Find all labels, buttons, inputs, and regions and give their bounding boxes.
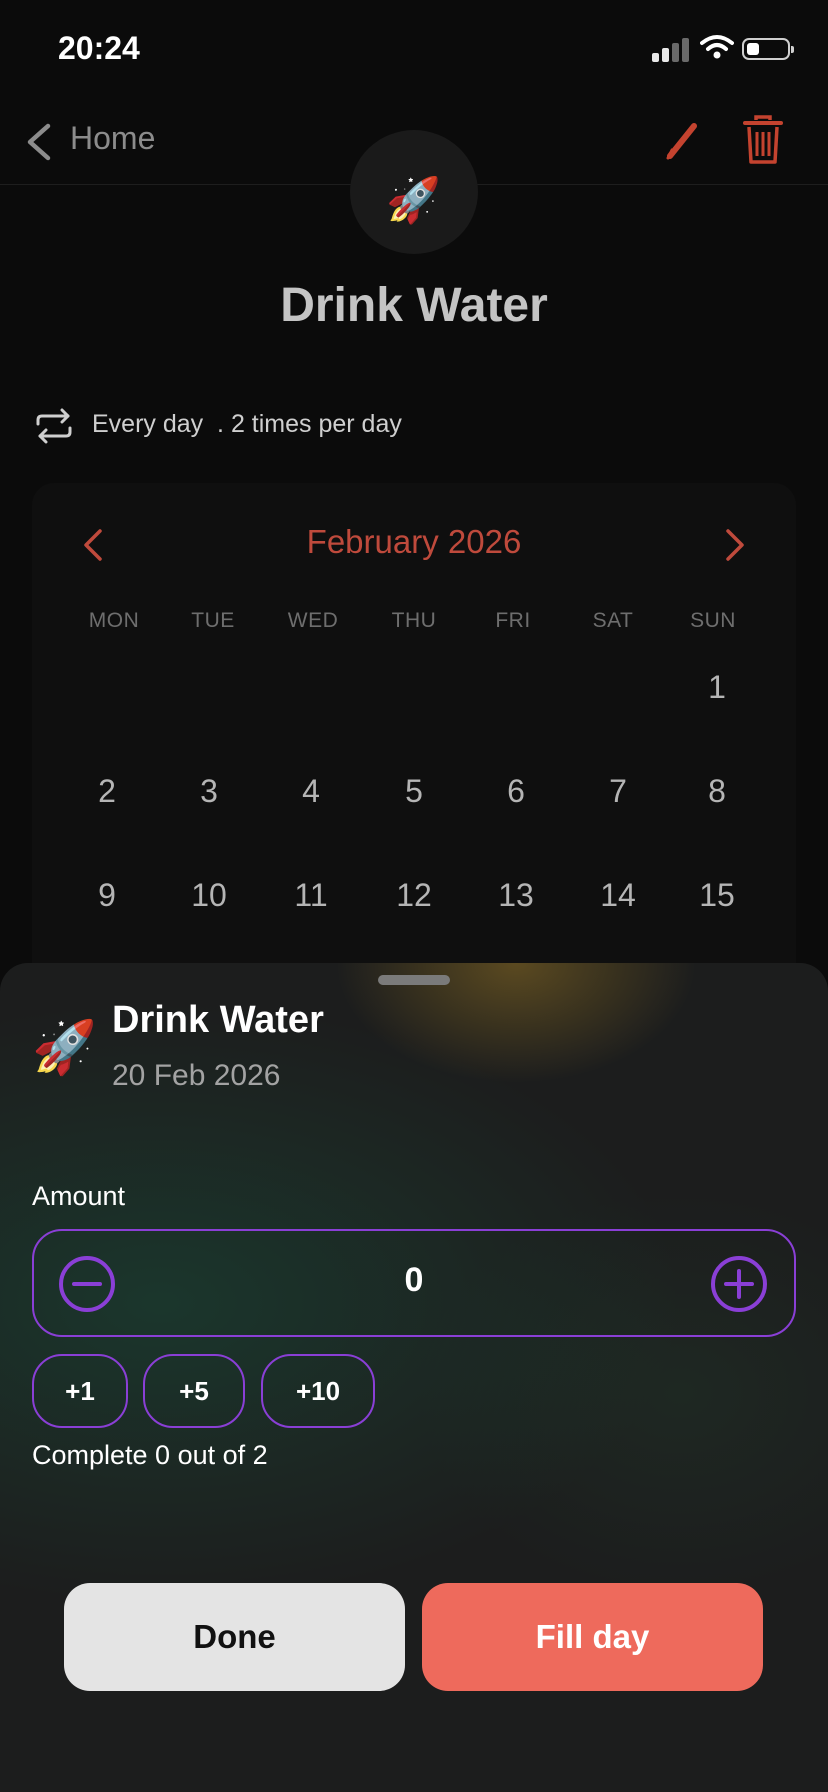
calendar-day[interactable]: 9 — [62, 877, 152, 914]
calendar-day[interactable]: 11 — [266, 877, 356, 914]
rocket-icon: 🚀 — [32, 1019, 97, 1077]
rocket-icon: 🚀 — [386, 176, 441, 225]
weekday-sat: SAT — [592, 609, 634, 632]
calendar-day[interactable]: 15 — [672, 877, 762, 914]
done-button[interactable]: Done — [64, 1583, 405, 1691]
completion-status: Complete 0 out of 2 — [32, 1440, 268, 1470]
amount-stepper: 0 — [32, 1229, 796, 1337]
calendar-day[interactable]: 7 — [573, 773, 663, 810]
calendar-day[interactable]: 13 — [471, 877, 561, 914]
calendar-day[interactable]: 1 — [672, 669, 762, 706]
calendar-day[interactable]: 8 — [672, 773, 762, 810]
calendar-day[interactable]: 4 — [266, 773, 356, 810]
calendar-day[interactable]: 10 — [164, 877, 254, 914]
next-month-icon[interactable] — [724, 527, 746, 568]
weekday-tue: TUE — [191, 609, 235, 632]
battery-icon — [742, 38, 794, 60]
calendar-day[interactable]: 2 — [62, 773, 152, 810]
wifi-icon — [700, 34, 734, 65]
amount-label: Amount — [32, 1181, 126, 1211]
weekday-sun: SUN — [690, 609, 736, 632]
add-10-button[interactable]: +10 — [261, 1354, 375, 1428]
weekday-wed: WED — [287, 609, 339, 632]
status-time: 20:24 — [58, 30, 140, 66]
sheet-title: Drink Water — [112, 999, 324, 1041]
sheet-grabber[interactable] — [378, 975, 450, 985]
add-1-button[interactable]: +1 — [32, 1354, 128, 1428]
back-chevron-icon[interactable] — [24, 122, 52, 167]
calendar-month: February 2026 — [306, 523, 522, 560]
bottom-sheet: 🚀 Drink Water 20 Feb 2026 Amount 0 +1 +5… — [0, 963, 828, 1792]
plus-icon[interactable] — [710, 1255, 768, 1318]
calendar-day[interactable]: 6 — [471, 773, 561, 810]
calendar-day[interactable]: 5 — [369, 773, 459, 810]
cellular-signal-icon — [652, 36, 690, 62]
trash-icon[interactable] — [742, 114, 784, 171]
calendar-day[interactable]: 3 — [164, 773, 254, 810]
add-5-button[interactable]: +5 — [143, 1354, 245, 1428]
repeat-icon — [34, 408, 74, 449]
calendar-day[interactable]: 12 — [369, 877, 459, 914]
amount-value: 0 — [404, 1261, 424, 1299]
back-button[interactable]: Home — [70, 120, 155, 157]
page-title: Drink Water — [280, 279, 548, 332]
fill-day-button[interactable]: Fill day — [422, 1583, 763, 1691]
weekday-fri: FRI — [495, 609, 531, 632]
habit-avatar: 🚀 — [350, 130, 478, 254]
frequency-text: Every day . 2 times per day — [92, 410, 402, 438]
calendar-day[interactable]: 14 — [573, 877, 663, 914]
weekday-thu: THU — [391, 609, 437, 632]
edit-icon[interactable] — [664, 118, 704, 167]
calendar: February 2026 MON TUE WED THU FRI SAT SU… — [32, 483, 796, 1003]
sheet-date: 20 Feb 2026 — [112, 1059, 281, 1092]
weekday-mon: MON — [88, 609, 140, 632]
